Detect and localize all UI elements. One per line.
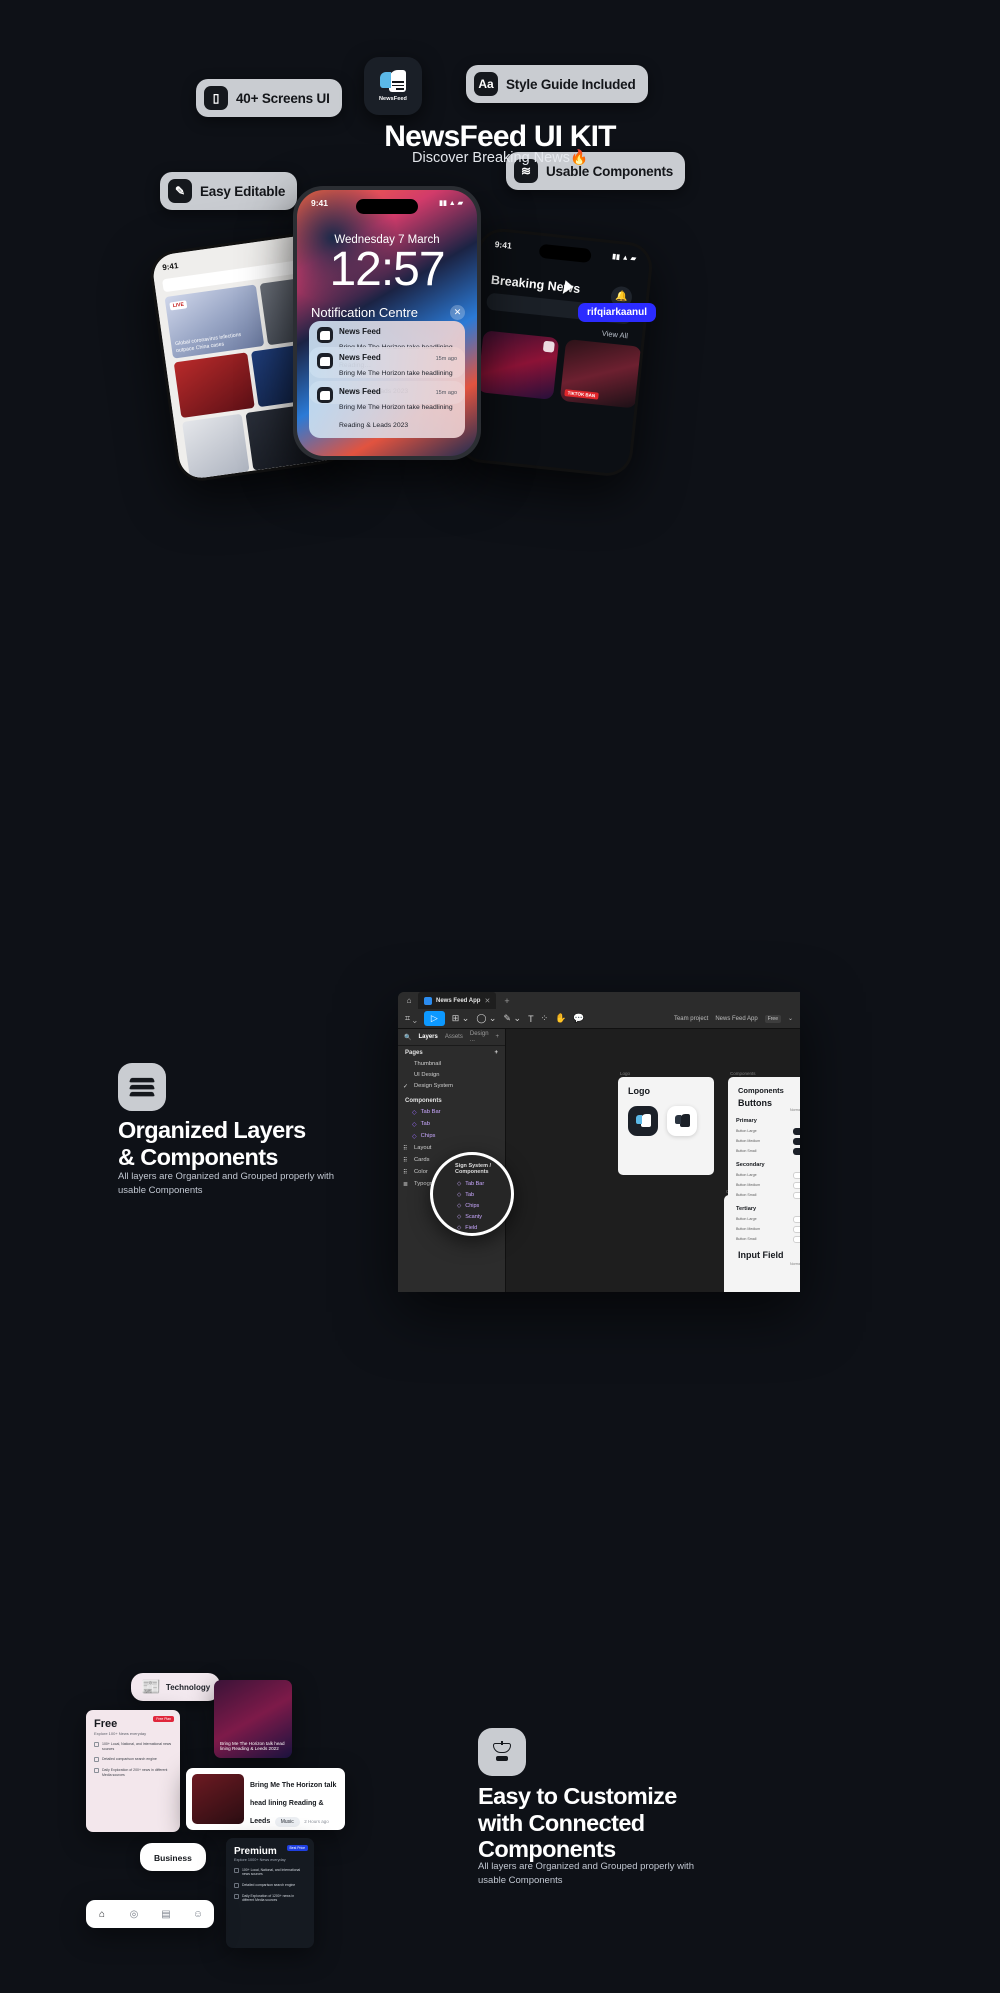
page-subtitle: Discover Breaking News🔥 (412, 150, 588, 166)
app-icon-label: NewsFeed (378, 96, 407, 102)
phone-mockup-breaking-news: 9:41 ▮▮ ▲ ▰ Breaking News 🔔 View All TIK… (455, 226, 655, 479)
magnified-component-tab-bar[interactable]: ◇ Tab Bar (433, 1178, 511, 1189)
magnified-component-scanty[interactable]: ◇ Scanty (433, 1211, 511, 1222)
badge-easy-editable-label: Easy Editable (200, 183, 286, 199)
notification-time: 15m ago (435, 390, 457, 396)
news-card[interactable]: TIKTOK BAN (559, 338, 642, 409)
newsfeed-logo-icon (317, 387, 333, 403)
component-icon: ◇ (457, 1191, 462, 1198)
news-thumb[interactable] (173, 352, 255, 419)
component-icon: ◇ (457, 1213, 462, 1220)
magnified-component-tab[interactable]: ◇ Tab (433, 1189, 511, 1200)
notification-text: Bring Me The Horizon take headlining Rea… (339, 404, 453, 429)
status-time: 9:41 (311, 198, 329, 208)
organized-layers-section: Organized Layers & Components All layers… (0, 480, 1000, 1292)
cursor-user-label: rifqiarkaanul (578, 303, 657, 322)
badge-easy-editable[interactable]: ✎ Easy Editable (160, 172, 298, 210)
app-icon: NewsFeed (364, 57, 422, 115)
status-time: 9:41 (494, 239, 513, 251)
notification-item[interactable]: News Feed 15m ago Bring Me The Horizon t… (309, 381, 465, 438)
status-time: 9:41 (161, 261, 179, 273)
component-label: Tab (465, 1191, 475, 1198)
notification-app: News Feed (339, 387, 381, 396)
phone-mockup-lockscreen: 9:41 ▮▮ ▲ ▰ Wednesday 7 March 12:57 Noti… (293, 186, 481, 460)
status-icons: ▮▮ ▲ ▰ (611, 253, 637, 263)
font-icon: Aa (474, 72, 498, 96)
screens-gallery-section: 9:41▮▮▲▰ Saved News Technology Sports Bu… (0, 1160, 1000, 1993)
news-card[interactable] (477, 330, 560, 400)
lockscreen: 9:41 ▮▮ ▲ ▰ Wednesday 7 March 12:57 Noti… (297, 190, 477, 456)
component-label: Tab Bar (465, 1180, 485, 1187)
component-icon: ◇ (457, 1180, 462, 1187)
component-icon: ◇ (457, 1224, 462, 1231)
hero-section: ▯ 40+ Screens UI Aa Style Guide Included… (0, 0, 1000, 484)
news-thumb[interactable] (182, 413, 250, 480)
bookmark-icon[interactable] (542, 340, 555, 353)
magnifier-overlay: Sign System / Components ◇ Tab Bar ◇ Tab ◇… (430, 1152, 514, 1236)
notification-centre-title: Notification Centre (311, 305, 418, 320)
status-icons: ▮▮ ▲ ▰ (439, 200, 463, 207)
customize-section: Easy to Customize with Connected Compone… (0, 820, 1000, 1948)
badge-style-guide-label: Style Guide Included (506, 76, 636, 92)
newsfeed-logo-icon (317, 327, 333, 343)
phone-icon: ▯ (204, 86, 228, 110)
component-label: Chips (465, 1202, 480, 1209)
edit-icon: ✎ (168, 179, 192, 203)
phone-screen-breaking: 9:41 ▮▮ ▲ ▰ Breaking News 🔔 View All TIK… (458, 229, 652, 476)
badge-screens[interactable]: ▯ 40+ Screens UI (196, 79, 342, 117)
lock-time: 12:57 (329, 243, 445, 296)
page-root: ▯ 40+ Screens UI Aa Style Guide Included… (0, 0, 1000, 1993)
badge-screens-label: 40+ Screens UI (236, 90, 330, 106)
component-label: Field (465, 1224, 478, 1231)
notification-app: News Feed (339, 353, 381, 362)
badge-style-guide[interactable]: Aa Style Guide Included (466, 65, 648, 103)
view-all-link[interactable]: View All (601, 329, 628, 341)
status-badge: TIKTOK BAN (564, 389, 599, 400)
newsfeed-logo-icon (317, 353, 333, 369)
newsfeed-logo-icon (380, 70, 406, 94)
live-badge: LIVE (169, 300, 188, 311)
news-thumb[interactable]: LIVE Global coronavirus infections outpa… (164, 284, 265, 359)
close-icon[interactable]: ✕ (450, 305, 465, 320)
component-label: Scanty (465, 1213, 483, 1220)
component-icon: ◇ (457, 1202, 462, 1209)
notification-app: News Feed (339, 327, 381, 336)
notification-time: 15m ago (435, 356, 457, 362)
news-caption: Global coronavirus infections outpace Ch… (174, 331, 242, 354)
magnified-component-chips[interactable]: ◇ Chips (433, 1200, 511, 1211)
